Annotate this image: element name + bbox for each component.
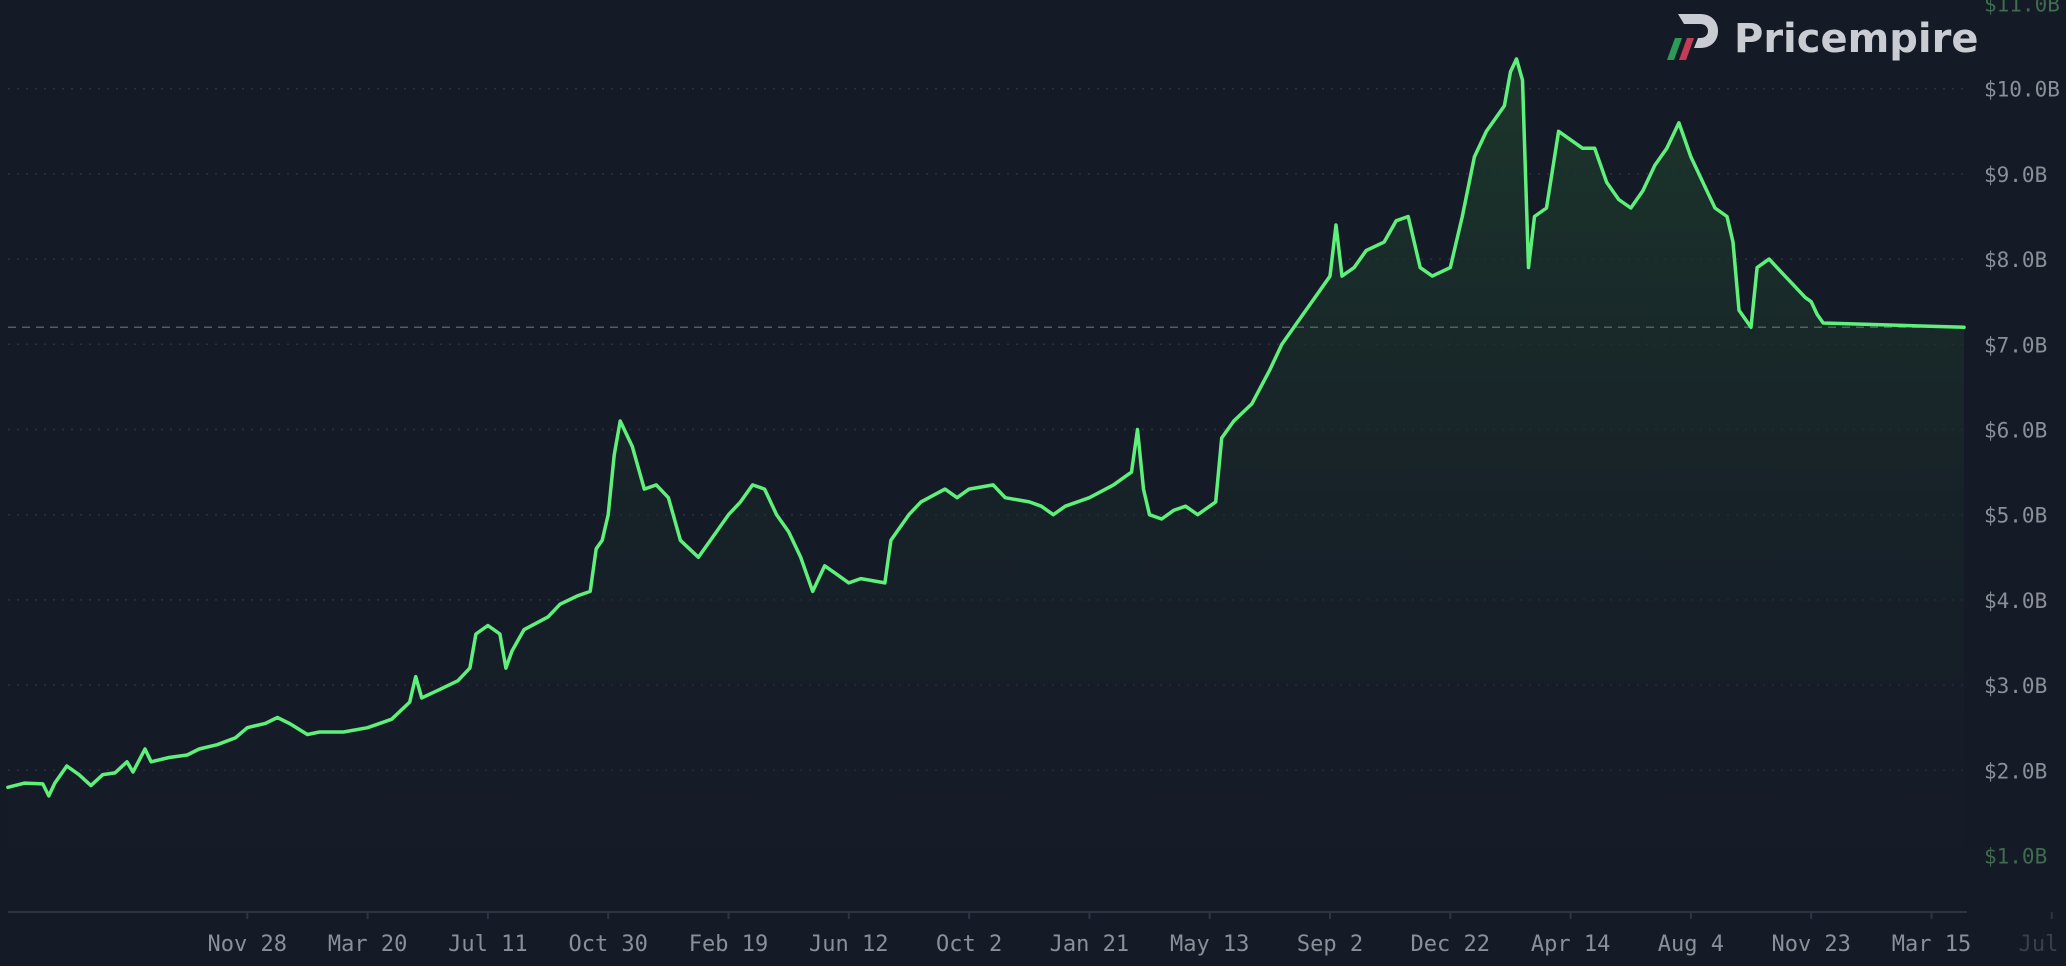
x-tick-label: Jun 12: [809, 932, 888, 957]
y-axis-ticks: $1.0B $2.0B $3.0B $4.0B $5.0B $6.0B $7.0B $8.0B…: [1984, 0, 2060, 869]
y-tick-label: $9.0B: [1984, 163, 2047, 187]
x-tick-label: Nov 23: [1771, 932, 1850, 957]
pricempire-logo-icon: [1667, 14, 1718, 60]
y-tick-label: $7.0B: [1984, 333, 2047, 357]
x-tick-label: Oct 2: [936, 932, 1002, 957]
x-tick-label: Feb 19: [689, 932, 768, 957]
y-tick-label: $11.0B: [1984, 0, 2060, 17]
x-tick-label: Nov 28: [208, 932, 287, 957]
y-tick-label: $10.0B: [1984, 78, 2060, 102]
x-tick-label: Jul 11: [448, 932, 527, 957]
x-tick-label: May 13: [1170, 932, 1249, 957]
y-tick-label: $6.0B: [1984, 419, 2047, 443]
brand-name: Pricempire: [1734, 16, 1978, 62]
x-tick-label: Dec 22: [1411, 932, 1490, 957]
y-tick-label: $1.0B: [1984, 845, 2047, 869]
y-tick-label: $3.0B: [1984, 674, 2047, 698]
brand-logo: Pricempire: [1667, 14, 1978, 62]
x-axis-ticks: Nov 28 Mar 20 Jul 11 Oct 30 Feb 19 Jun 12 Oct …: [208, 932, 2066, 957]
x-tick-label: Sep 2: [1297, 932, 1363, 957]
y-tick-label: $2.0B: [1984, 759, 2047, 783]
x-tick-label: Mar 15: [1892, 932, 1971, 957]
y-tick-label: $4.0B: [1984, 589, 2047, 613]
x-tick-label: Jul 6: [2019, 932, 2066, 957]
x-axis: [8, 911, 2053, 919]
y-tick-label: $8.0B: [1984, 248, 2047, 272]
x-tick-label: Mar 20: [328, 932, 407, 957]
x-tick-label: Jan 21: [1050, 932, 1129, 957]
x-tick-label: Aug 4: [1658, 932, 1724, 957]
x-tick-label: Apr 14: [1531, 932, 1610, 957]
y-tick-label: $5.0B: [1984, 504, 2047, 528]
x-tick-label: Oct 30: [568, 932, 647, 957]
chart-root: $1.0B $2.0B $3.0B $4.0B $5.0B $6.0B $7.0B $8.0B…: [0, 0, 2066, 966]
price-chart: $1.0B $2.0B $3.0B $4.0B $5.0B $6.0B $7.0B $8.0B…: [6, 0, 2066, 957]
